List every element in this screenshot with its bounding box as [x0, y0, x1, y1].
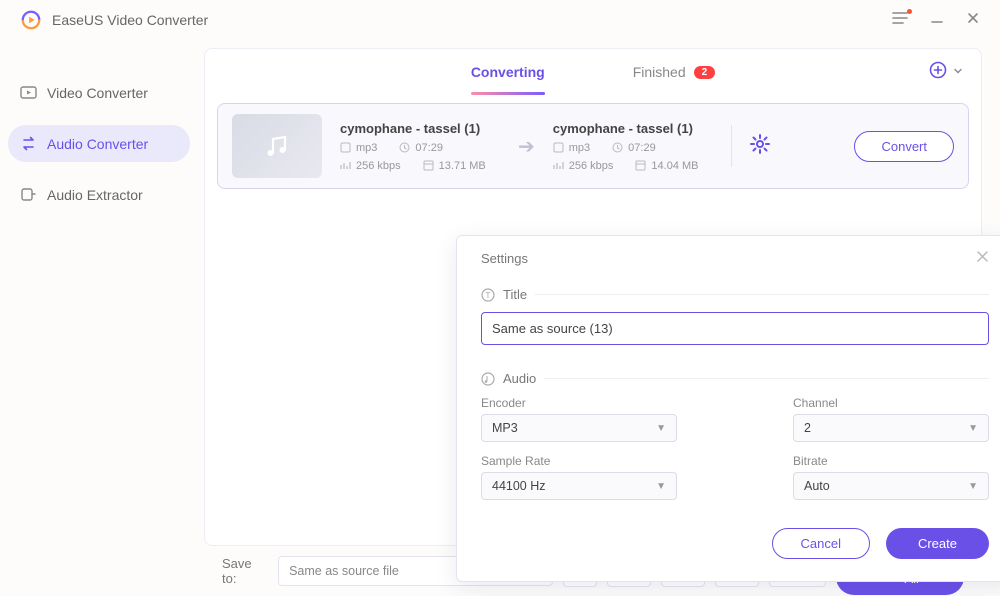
- modal-title: Settings: [481, 251, 528, 266]
- add-button[interactable]: [929, 61, 947, 84]
- settings-modal: Settings T Title Audio: [456, 235, 1000, 582]
- format-icon: [340, 142, 351, 153]
- encoder-select[interactable]: MP3▼: [481, 414, 677, 442]
- samplerate-label: Sample Rate: [481, 454, 677, 468]
- modal-close-button[interactable]: [976, 250, 989, 267]
- disk-icon: [635, 160, 646, 171]
- tabs-row: Converting Finished 2: [205, 49, 981, 95]
- sidebar-item-audio-converter[interactable]: Audio Converter: [8, 125, 190, 162]
- bitrate-select[interactable]: Auto▼: [793, 472, 989, 500]
- file-thumbnail: [232, 114, 322, 178]
- svg-text:T: T: [486, 291, 491, 300]
- sidebar-item-label: Audio Converter: [47, 136, 148, 152]
- arrow-right-icon: ➔: [518, 134, 535, 159]
- add-dropdown[interactable]: [953, 63, 963, 81]
- menu-button[interactable]: [892, 11, 908, 30]
- chevron-down-icon: ▼: [656, 423, 666, 434]
- app-logo-icon: [20, 9, 42, 31]
- minimize-button[interactable]: [930, 11, 944, 30]
- file-row: cymophane - tassel (1) mp3 07:29 256 kbp…: [217, 103, 969, 189]
- notification-dot-icon: [907, 9, 912, 14]
- extract-icon: [20, 186, 37, 203]
- section-audio-label: Audio: [503, 371, 536, 386]
- sidebar: Video Converter Audio Converter Audio Ex…: [0, 40, 198, 596]
- cancel-button[interactable]: Cancel: [772, 528, 870, 559]
- sidebar-item-label: Audio Extractor: [47, 187, 143, 203]
- music-note-icon: [262, 131, 292, 161]
- title-input[interactable]: [481, 312, 989, 345]
- audio-section-icon: [481, 372, 495, 386]
- clock-icon: [399, 142, 410, 153]
- close-button[interactable]: [966, 11, 980, 30]
- create-button[interactable]: Create: [886, 528, 989, 559]
- title-section-icon: T: [481, 288, 495, 302]
- titlebar: EaseUS Video Converter: [0, 0, 1000, 40]
- chevron-down-icon: [953, 66, 963, 76]
- tab-converting[interactable]: Converting: [471, 49, 545, 95]
- clock-icon: [612, 142, 623, 153]
- save-to-label: Save to:: [222, 556, 268, 586]
- gear-icon: [750, 134, 770, 154]
- finished-badge: 2: [694, 66, 716, 79]
- channel-select[interactable]: 2▼: [793, 414, 989, 442]
- section-title-label: Title: [503, 287, 527, 302]
- chevron-down-icon: ▼: [656, 481, 666, 492]
- channel-label: Channel: [793, 396, 989, 410]
- bitrate-icon: [553, 160, 564, 171]
- chevron-down-icon: ▼: [968, 481, 978, 492]
- bitrate-label: Bitrate: [793, 454, 989, 468]
- bitrate-icon: [340, 160, 351, 171]
- encoder-label: Encoder: [481, 396, 677, 410]
- sidebar-item-label: Video Converter: [47, 85, 148, 101]
- separator: [731, 125, 732, 167]
- sidebar-item-audio-extractor[interactable]: Audio Extractor: [8, 176, 190, 213]
- sidebar-item-video-converter[interactable]: Video Converter: [8, 74, 190, 111]
- video-icon: [20, 84, 37, 101]
- swap-icon: [20, 135, 37, 152]
- app-title: EaseUS Video Converter: [52, 12, 208, 28]
- disk-icon: [423, 160, 434, 171]
- dst-file-name: cymophane - tassel (1): [553, 121, 713, 136]
- settings-gear-button[interactable]: [750, 134, 770, 159]
- format-icon: [553, 142, 564, 153]
- samplerate-select[interactable]: 44100 Hz▼: [481, 472, 677, 500]
- convert-button[interactable]: Convert: [854, 131, 954, 162]
- tab-finished[interactable]: Finished 2: [633, 49, 715, 95]
- src-file-name: cymophane - tassel (1): [340, 121, 500, 136]
- chevron-down-icon: ▼: [968, 423, 978, 434]
- close-icon: [976, 250, 989, 263]
